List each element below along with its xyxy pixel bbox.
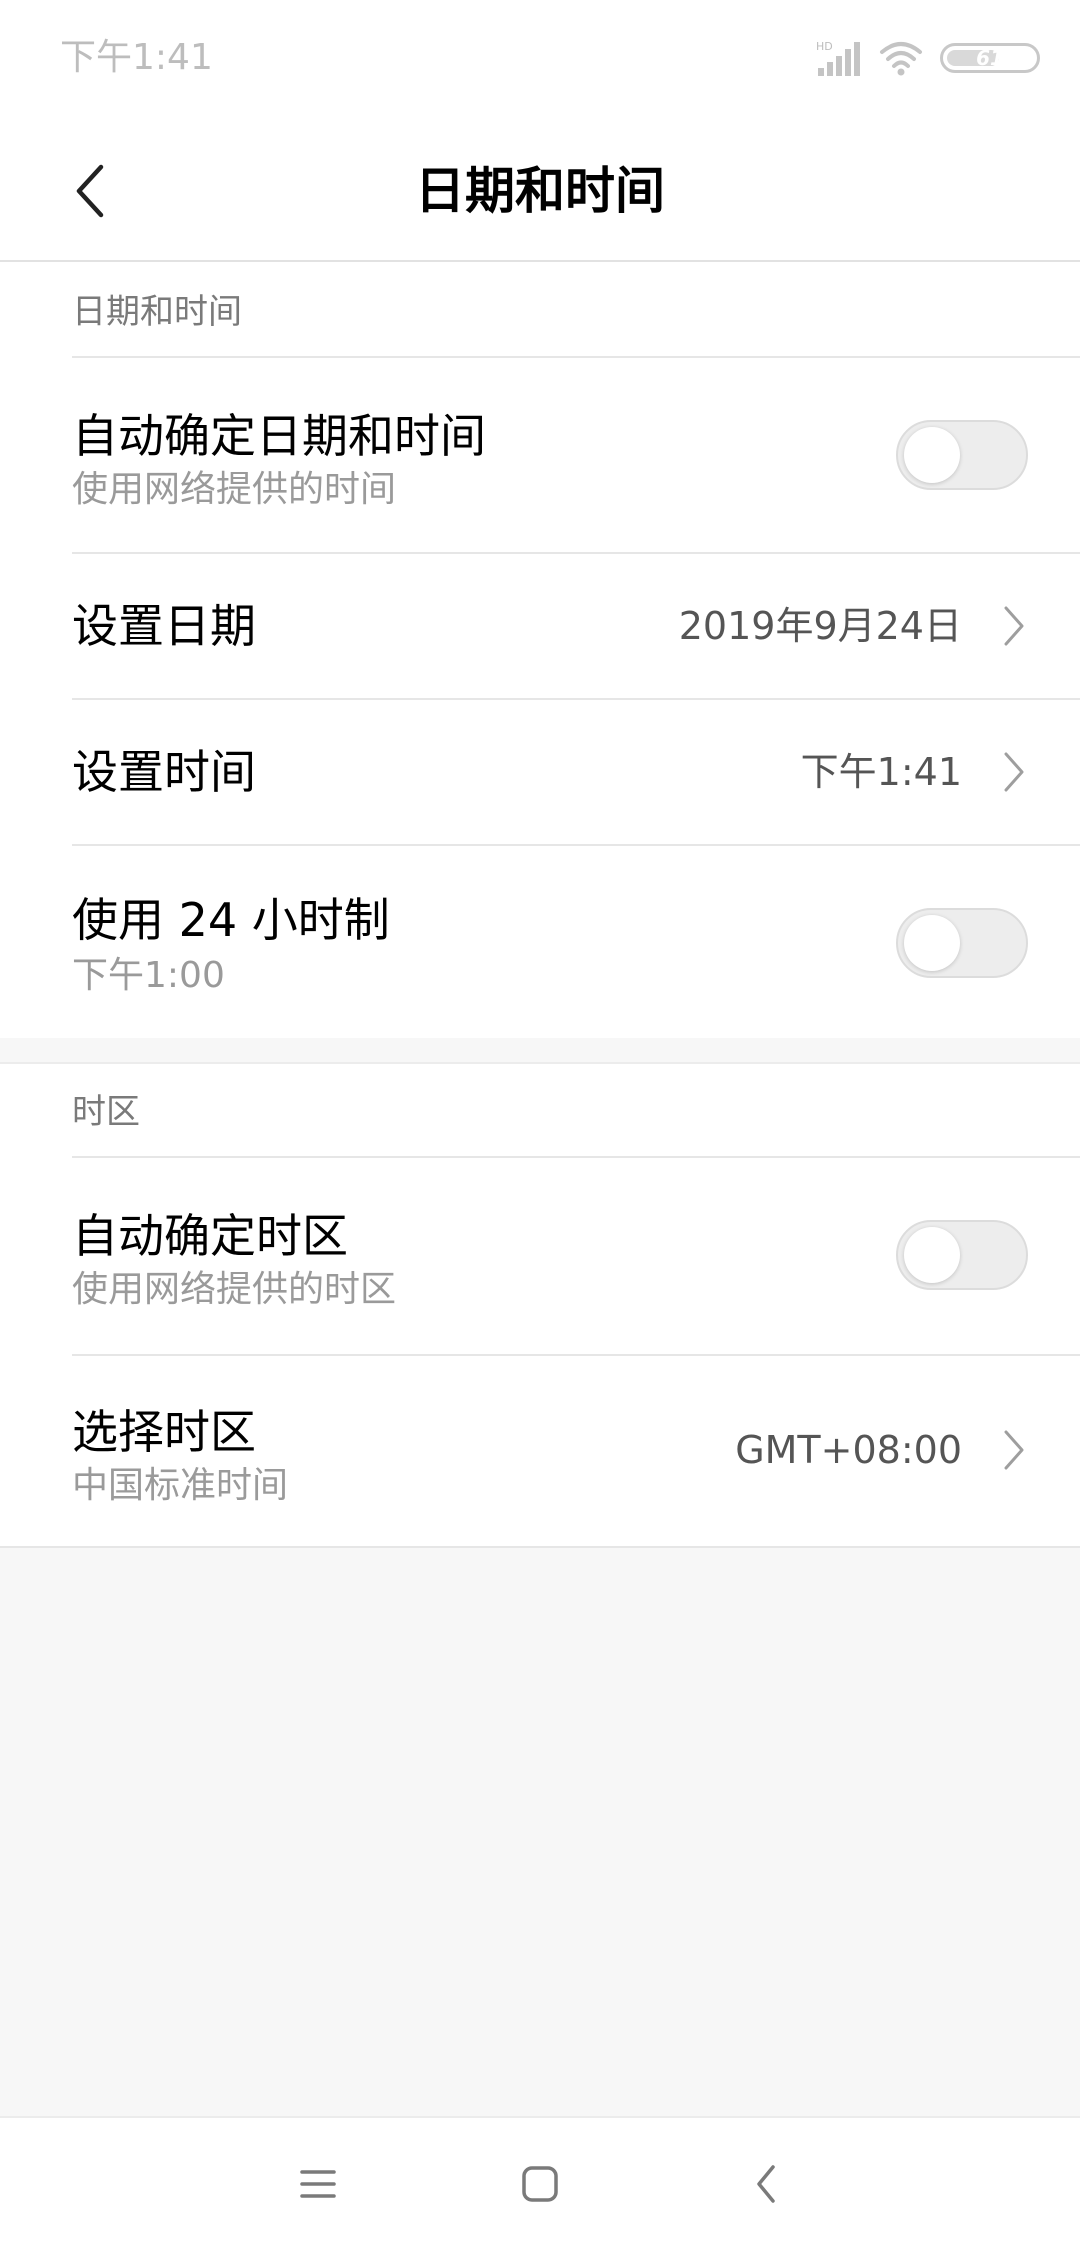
navigation-bar	[0, 2116, 1080, 2248]
section-header-time-zone: 时区	[72, 1092, 140, 1132]
auto-date-time-toggle[interactable]	[896, 420, 1028, 490]
section-header-date-time: 日期和时间	[72, 292, 242, 332]
auto-time-zone-row[interactable]: 自动确定时区 使用网络提供的时区	[0, 1158, 1080, 1354]
toggle-knob	[904, 915, 960, 971]
section-time-zone: 时区 自动确定时区 使用网络提供的时区 选择时区 中国标准时间 GMT+08:0…	[0, 1062, 1080, 1548]
auto-date-time-summary: 使用网络提供的时间	[72, 469, 397, 510]
wifi-icon	[880, 42, 922, 76]
set-date-title: 设置日期	[72, 599, 256, 653]
status-bar: 下午1:41 HD 61	[0, 0, 1080, 120]
back-nav-button[interactable]	[728, 2146, 804, 2222]
use-24-hour-row[interactable]: 使用 24 小时制 下午1:00	[0, 846, 1080, 1038]
select-time-zone-value: GMT+08:00	[735, 1428, 962, 1472]
menu-icon	[300, 2170, 336, 2198]
toggle-knob	[904, 427, 960, 483]
chevron-right-icon	[1004, 1430, 1024, 1470]
auto-date-time-row[interactable]: 自动确定日期和时间 使用网络提供的时间	[0, 358, 1080, 554]
toggle-knob	[904, 1227, 960, 1283]
select-time-zone-summary: 中国标准时间	[72, 1465, 289, 1506]
battery-level: 61	[976, 46, 1004, 70]
select-time-zone-title: 选择时区	[72, 1405, 256, 1459]
battery-icon: 61	[940, 43, 1040, 73]
back-icon	[757, 2165, 775, 2203]
home-button[interactable]	[502, 2146, 578, 2222]
select-time-zone-row[interactable]: 选择时区 中国标准时间 GMT+08:00	[0, 1356, 1080, 1546]
use-24-hour-title: 使用 24 小时制	[72, 893, 390, 947]
settings-screen: 下午1:41 HD 61 日期和时间 日期和时间 自动确定日期和时间 使用网络提…	[0, 0, 1080, 2248]
use-24-hour-summary: 下午1:00	[72, 955, 225, 996]
network-badge: HD	[816, 40, 833, 53]
auto-time-zone-summary: 使用网络提供的时区	[72, 1269, 397, 1310]
use-24-hour-toggle[interactable]	[896, 908, 1028, 978]
auto-time-zone-title: 自动确定时区	[72, 1209, 348, 1263]
set-time-title: 设置时间	[72, 745, 256, 799]
set-date-value: 2019年9月24日	[678, 604, 962, 648]
title-bar: 日期和时间	[0, 120, 1080, 262]
chevron-right-icon	[1004, 752, 1024, 792]
chevron-right-icon	[1004, 606, 1024, 646]
status-icons: HD 61	[814, 38, 1040, 78]
status-time: 下午1:41	[60, 37, 213, 78]
set-date-row[interactable]: 设置日期 2019年9月24日	[0, 554, 1080, 698]
home-icon	[522, 2166, 558, 2202]
auto-time-zone-toggle[interactable]	[896, 1220, 1028, 1290]
hd-signal-icon: HD	[816, 40, 860, 76]
set-time-value: 下午1:41	[800, 750, 962, 794]
page-title: 日期和时间	[415, 162, 665, 220]
menu-button[interactable]	[280, 2146, 356, 2222]
set-time-row[interactable]: 设置时间 下午1:41	[0, 700, 1080, 844]
section-date-time: 日期和时间 自动确定日期和时间 使用网络提供的时间 设置日期 2019年9月24…	[0, 262, 1080, 1038]
auto-date-time-title: 自动确定日期和时间	[72, 409, 486, 463]
